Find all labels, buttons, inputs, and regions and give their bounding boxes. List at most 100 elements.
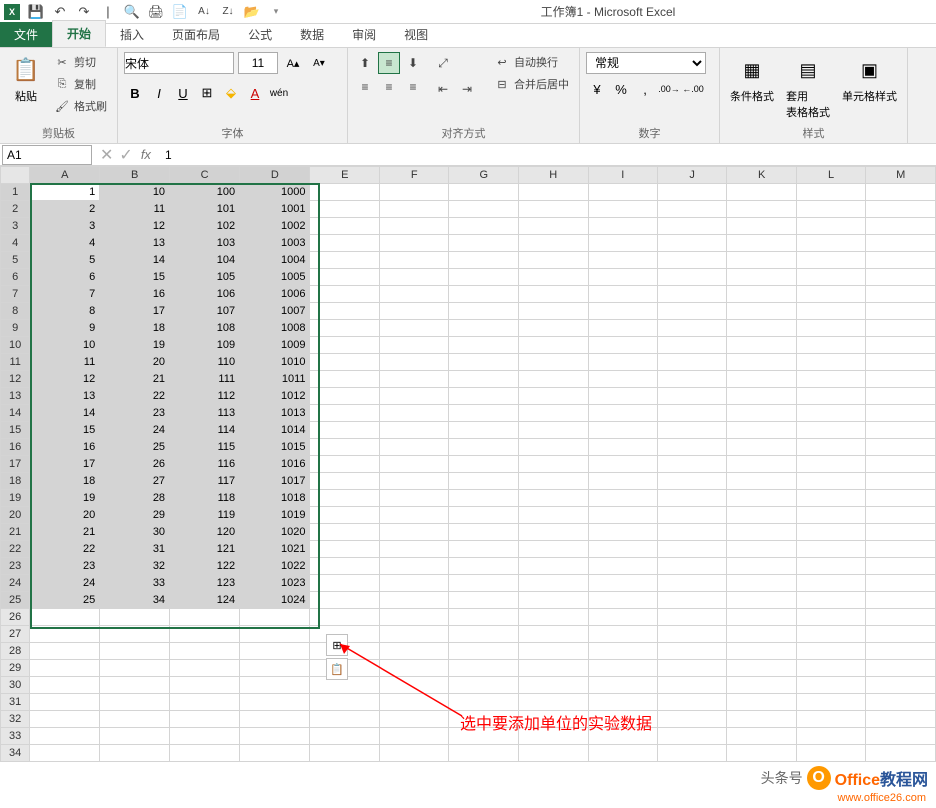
cell-M3[interactable] [866,218,936,235]
cell-A2[interactable]: 2 [30,201,100,218]
cell-M31[interactable] [866,694,936,711]
cell-E1[interactable] [310,184,380,201]
cell-E14[interactable] [310,405,380,422]
cell-J15[interactable] [657,422,726,439]
cell-M23[interactable] [866,558,936,575]
cell-D16[interactable]: 1015 [240,439,310,456]
fx-icon[interactable]: fx [141,147,151,162]
cell-J14[interactable] [657,405,726,422]
cell-L8[interactable] [796,303,865,320]
cell-M5[interactable] [866,252,936,269]
cell-J8[interactable] [657,303,726,320]
col-header-L[interactable]: L [796,167,865,184]
cell-B20[interactable]: 29 [100,507,170,524]
cell-H1[interactable] [519,184,589,201]
cell-K5[interactable] [727,252,797,269]
cell-G15[interactable] [449,422,519,439]
row-header-12[interactable]: 12 [1,371,30,388]
cell-G13[interactable] [449,388,519,405]
cell-M17[interactable] [866,456,936,473]
formula-input[interactable] [159,145,936,165]
cell-C25[interactable]: 124 [170,592,240,609]
cell-C7[interactable]: 106 [170,286,240,303]
cell-C12[interactable]: 111 [170,371,240,388]
cell-H34[interactable] [519,745,589,762]
cell-E24[interactable] [310,575,380,592]
cell-K31[interactable] [727,694,797,711]
cell-E2[interactable] [310,201,380,218]
cell-L15[interactable] [796,422,865,439]
cell-D17[interactable]: 1016 [240,456,310,473]
cell-I12[interactable] [588,371,657,388]
cell-G6[interactable] [449,269,519,286]
cell-F34[interactable] [379,745,448,762]
cell-E9[interactable] [310,320,380,337]
row-header-23[interactable]: 23 [1,558,30,575]
cell-L32[interactable] [796,711,865,728]
cell-H29[interactable] [519,660,589,677]
cell-K34[interactable] [727,745,797,762]
cell-C18[interactable]: 117 [170,473,240,490]
cell-J29[interactable] [657,660,726,677]
cell-J17[interactable] [657,456,726,473]
cell-E10[interactable] [310,337,380,354]
cell-M28[interactable] [866,643,936,660]
cell-A31[interactable] [30,694,100,711]
cell-L2[interactable] [796,201,865,218]
cell-H9[interactable] [519,320,589,337]
percent-button[interactable]: % [610,78,632,100]
row-header-6[interactable]: 6 [1,269,30,286]
cell-D18[interactable]: 1017 [240,473,310,490]
row-header-24[interactable]: 24 [1,575,30,592]
row-header-27[interactable]: 27 [1,626,30,643]
col-header-I[interactable]: I [588,167,657,184]
cell-G5[interactable] [449,252,519,269]
italic-button[interactable]: I [148,82,170,104]
cell-C30[interactable] [170,677,240,694]
cell-C11[interactable]: 110 [170,354,240,371]
cell-H25[interactable] [519,592,589,609]
col-header-B[interactable]: B [100,167,170,184]
cell-G11[interactable] [449,354,519,371]
cell-L13[interactable] [796,388,865,405]
cell-K16[interactable] [727,439,797,456]
row-header-18[interactable]: 18 [1,473,30,490]
cell-F5[interactable] [379,252,448,269]
cell-E11[interactable] [310,354,380,371]
cell-K24[interactable] [727,575,797,592]
align-right[interactable]: ≡ [402,76,424,98]
cell-A16[interactable]: 16 [30,439,100,456]
cell-A13[interactable]: 13 [30,388,100,405]
orientation-button[interactable]: ⤢ [432,52,454,74]
cell-B24[interactable]: 33 [100,575,170,592]
cell-F17[interactable] [379,456,448,473]
cell-F22[interactable] [379,541,448,558]
cell-G8[interactable] [449,303,519,320]
cell-J20[interactable] [657,507,726,524]
cell-K17[interactable] [727,456,797,473]
sort-asc-icon[interactable]: A↓ [196,4,212,20]
cell-G7[interactable] [449,286,519,303]
align-left[interactable]: ≡ [354,76,376,98]
cell-E4[interactable] [310,235,380,252]
cell-L19[interactable] [796,490,865,507]
cell-I23[interactable] [588,558,657,575]
cell-D15[interactable]: 1014 [240,422,310,439]
cell-I15[interactable] [588,422,657,439]
row-header-3[interactable]: 3 [1,218,30,235]
cell-C6[interactable]: 105 [170,269,240,286]
cell-K29[interactable] [727,660,797,677]
cell-K12[interactable] [727,371,797,388]
cell-A25[interactable]: 25 [30,592,100,609]
cell-C10[interactable]: 109 [170,337,240,354]
cell-F14[interactable] [379,405,448,422]
font-color-button[interactable]: A [244,82,266,104]
cell-M11[interactable] [866,354,936,371]
cell-E22[interactable] [310,541,380,558]
cell-K27[interactable] [727,626,797,643]
cell-B26[interactable] [100,609,170,626]
cell-D19[interactable]: 1018 [240,490,310,507]
row-header-2[interactable]: 2 [1,201,30,218]
cell-B7[interactable]: 16 [100,286,170,303]
row-header-25[interactable]: 25 [1,592,30,609]
